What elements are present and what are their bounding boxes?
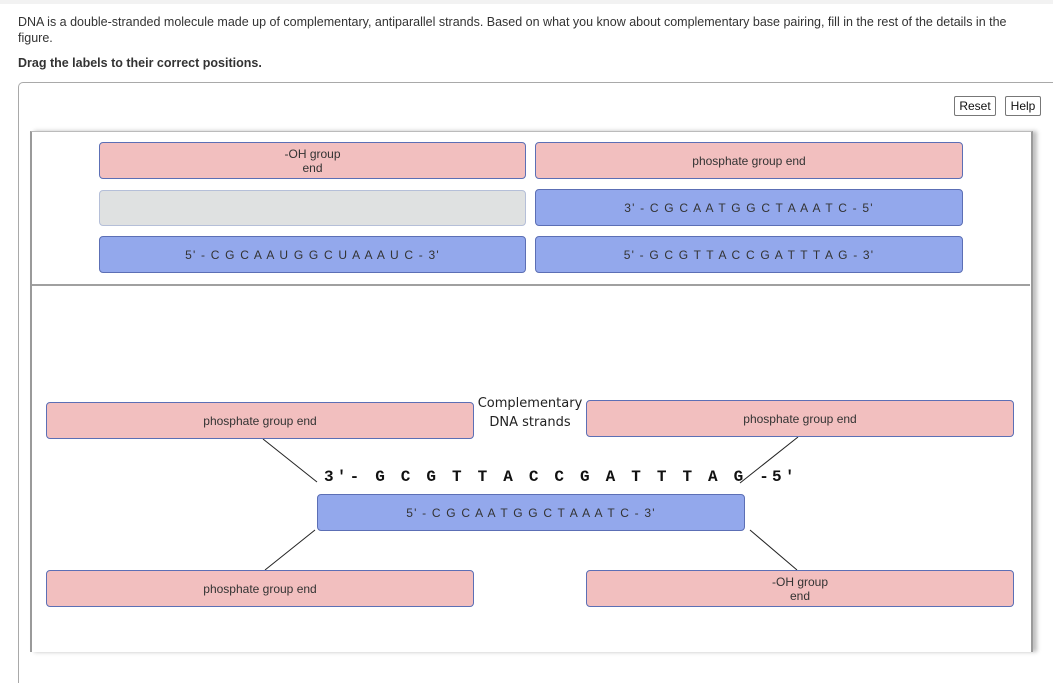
bank-label-oh-group-end[interactable]: -OH group end bbox=[99, 142, 526, 179]
intro-text: DNA is a double-stranded molecule made u… bbox=[18, 15, 1007, 45]
bank-label-dna-strand-5-3[interactable]: 5' - G C G T T A C C G A T T T A G - 3' bbox=[535, 236, 963, 273]
target-bottom-right-end[interactable]: -OH group end bbox=[586, 570, 1014, 607]
caption-line: DNA strands bbox=[489, 415, 571, 430]
bank-label-rna-strand-5-3[interactable]: 5' - C G C A A U G G C U A A A U C - 3' bbox=[99, 236, 526, 273]
reset-button[interactable]: Reset bbox=[954, 96, 996, 116]
target-bottom-left-end[interactable]: phosphate group end bbox=[46, 570, 474, 607]
label-text: phosphate group end bbox=[203, 581, 317, 596]
label-line: end bbox=[789, 588, 811, 603]
bank-slot-empty bbox=[99, 190, 526, 226]
label-line: -OH group bbox=[771, 574, 829, 589]
label-text: 5' - C G C A A U G G C U A A A U C - 3' bbox=[185, 247, 440, 262]
label-text: 5' - G C G T T A C C G A T T T A G - 3' bbox=[623, 247, 875, 262]
label-text: phosphate group end bbox=[743, 411, 857, 426]
diagram-caption: Complementary DNA strands bbox=[474, 394, 586, 432]
caption-line: Complementary bbox=[477, 396, 583, 411]
target-top-left-end[interactable]: phosphate group end bbox=[46, 402, 474, 439]
bank-divider bbox=[32, 284, 1030, 286]
label-line: end bbox=[302, 160, 323, 175]
label-text: 3' - C G C A A T G G C T A A A T C - 5' bbox=[624, 200, 874, 215]
label-text: 5' - C G C A A T G G C T A A A T C - 3' bbox=[406, 505, 656, 520]
top-strip bbox=[0, 0, 1053, 4]
label-line: -OH group bbox=[284, 146, 341, 161]
label-text: phosphate group end bbox=[203, 413, 317, 428]
bank-label-phosphate-group-end[interactable]: phosphate group end bbox=[535, 142, 963, 179]
bank-label-dna-strand-3-5[interactable]: 3' - C G C A A T G G C T A A A T C - 5' bbox=[535, 189, 963, 226]
help-button[interactable]: Help bbox=[1005, 96, 1041, 116]
target-top-right-end[interactable]: phosphate group end bbox=[586, 400, 1014, 437]
given-dna-strand: 3'- G C G T T A C C G A T T T A G -5' bbox=[324, 468, 798, 486]
instruction-text: Drag the labels to their correct positio… bbox=[18, 56, 262, 70]
label-text: phosphate group end bbox=[692, 153, 806, 168]
target-complementary-strand[interactable]: 5' - C G C A A T G G C T A A A T C - 3' bbox=[317, 494, 745, 531]
